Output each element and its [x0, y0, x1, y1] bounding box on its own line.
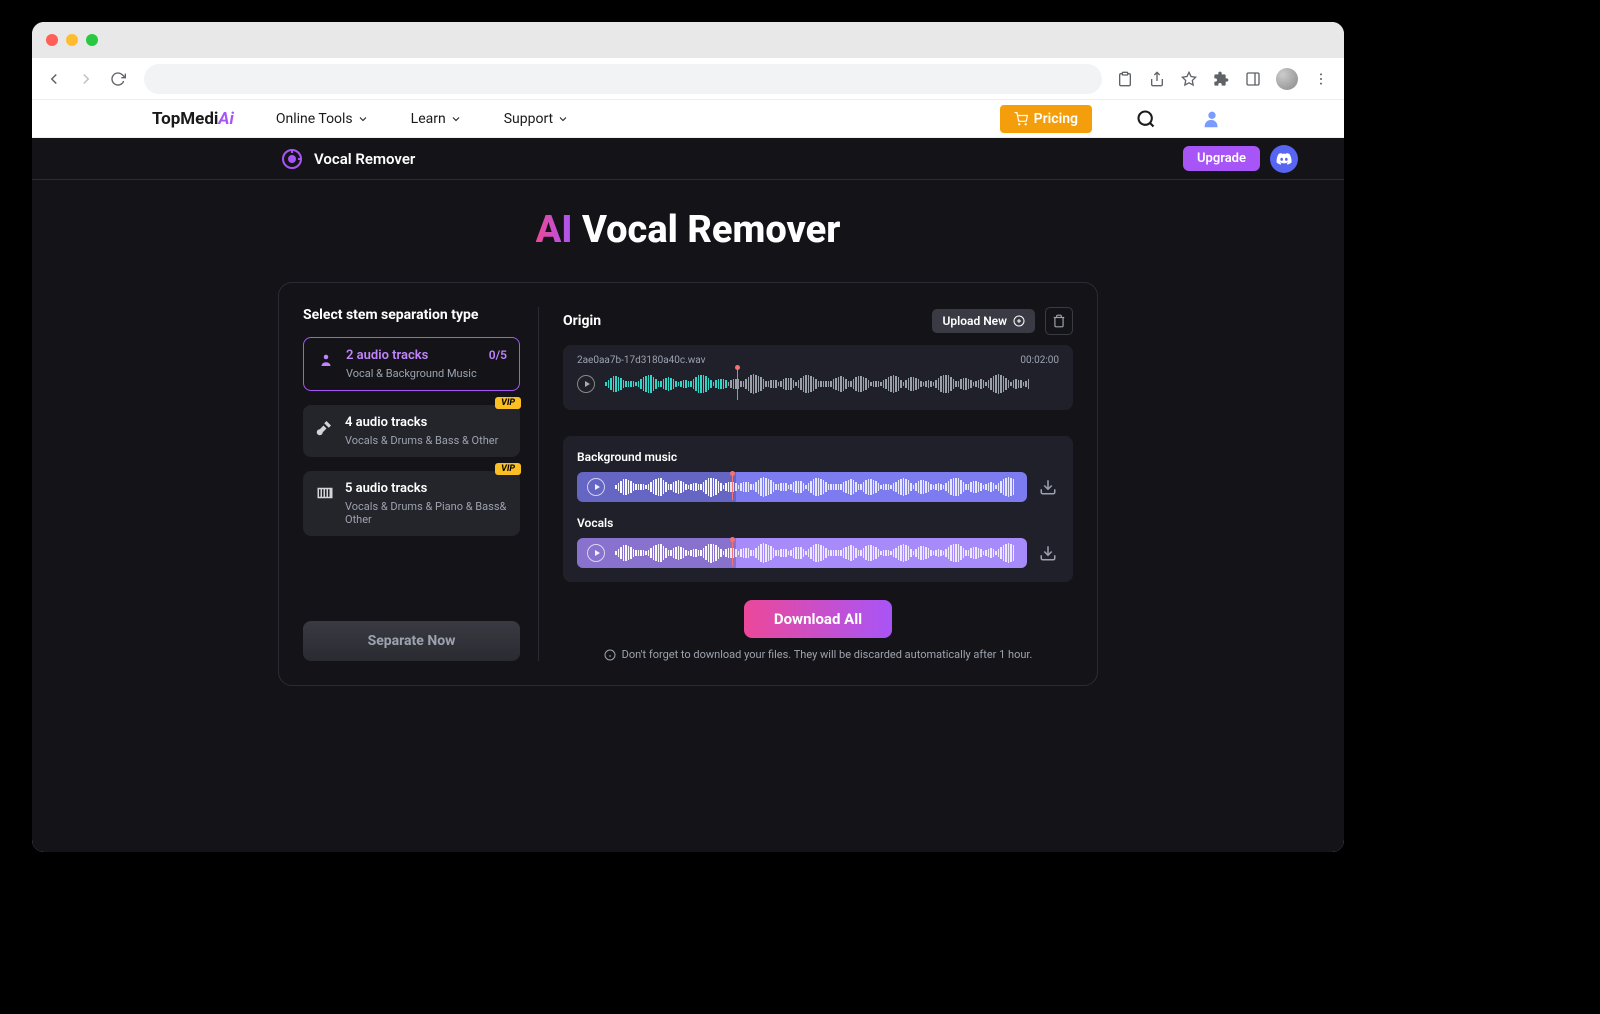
origin-audio-card: 2ae0aa7b-17d3180a40c.wav 00:02:00: [563, 345, 1073, 410]
extensions-icon[interactable]: [1212, 70, 1230, 88]
voice-icon: [316, 350, 336, 370]
play-vocals-button[interactable]: [587, 544, 605, 562]
user-icon[interactable]: [1200, 107, 1224, 131]
nav-online-tools[interactable]: Online Tools: [276, 111, 369, 127]
stem-card-4-tracks[interactable]: VIP 4 audio tracks Vocals & Drums & Bass…: [303, 405, 520, 457]
profile-avatar[interactable]: [1276, 68, 1298, 90]
brand-logo[interactable]: TopMediAi: [152, 109, 234, 129]
site-nav: TopMediAi Online Tools Learn Support Pri…: [32, 100, 1344, 138]
chevron-down-icon: [557, 113, 569, 125]
stem-card-5-tracks[interactable]: VIP 5 audio tracks Vocals & Drums & Pian…: [303, 471, 520, 536]
vocals-track-player[interactable]: [577, 538, 1027, 568]
stem-card-2-tracks[interactable]: 2 audio tracks0/5 Vocal & Background Mus…: [303, 337, 520, 391]
minimize-window-button[interactable]: [66, 34, 78, 46]
back-button[interactable]: [42, 67, 66, 91]
upgrade-button[interactable]: Upgrade: [1183, 146, 1260, 171]
reload-button[interactable]: [106, 67, 130, 91]
bookmark-star-icon[interactable]: [1180, 70, 1198, 88]
chevron-down-icon: [450, 113, 462, 125]
more-menu-icon[interactable]: [1312, 70, 1330, 88]
play-origin-button[interactable]: [577, 375, 595, 393]
info-icon: [604, 649, 616, 661]
stem-section-title: Select stem separation type: [303, 307, 520, 323]
background-track-player[interactable]: [577, 472, 1027, 502]
download-vocals-button[interactable]: [1037, 542, 1059, 564]
separate-button[interactable]: Separate Now: [303, 621, 520, 661]
close-window-button[interactable]: [46, 34, 58, 46]
clipboard-icon[interactable]: [1116, 70, 1134, 88]
share-icon[interactable]: [1148, 70, 1166, 88]
results-card: Background music Vocals: [563, 436, 1073, 582]
piano-icon: [315, 483, 335, 503]
discord-button[interactable]: [1270, 145, 1298, 173]
pricing-button[interactable]: Pricing: [1000, 105, 1092, 133]
page-title: AI Vocal Remover: [32, 180, 1344, 272]
search-icon[interactable]: [1134, 107, 1158, 131]
plus-circle-icon: [1013, 315, 1025, 327]
play-background-button[interactable]: [587, 478, 605, 496]
brand-name: TopMedi: [152, 109, 218, 129]
window-titlebar: [32, 22, 1344, 58]
download-all-button[interactable]: Download All: [744, 600, 892, 638]
notice-text: Don't forget to download your files. The…: [563, 648, 1073, 661]
trash-icon: [1052, 314, 1066, 328]
track-label-vocals: Vocals: [577, 516, 1059, 530]
guitar-icon: [315, 417, 335, 437]
nav-learn[interactable]: Learn: [411, 111, 462, 127]
chevron-down-icon: [357, 113, 369, 125]
forward-button[interactable]: [74, 67, 98, 91]
vip-badge: VIP: [495, 463, 521, 475]
main-panel: Select stem separation type 2 audio trac…: [278, 282, 1098, 686]
maximize-window-button[interactable]: [86, 34, 98, 46]
background-waveform[interactable]: [615, 478, 1017, 496]
browser-toolbar: [32, 58, 1344, 100]
delete-button[interactable]: [1045, 307, 1073, 335]
nav-support[interactable]: Support: [504, 111, 569, 127]
cart-icon: [1014, 112, 1028, 126]
app-logo-icon: [280, 147, 304, 171]
origin-label: Origin: [563, 313, 601, 329]
origin-waveform[interactable]: [605, 372, 1059, 396]
upload-new-button[interactable]: Upload New: [932, 309, 1035, 333]
file-name: 2ae0aa7b-17d3180a40c.wav: [577, 355, 706, 366]
side-panel-icon[interactable]: [1244, 70, 1262, 88]
address-bar[interactable]: [144, 64, 1102, 94]
vocals-waveform[interactable]: [615, 544, 1017, 562]
file-duration: 00:02:00: [1020, 355, 1059, 366]
download-background-button[interactable]: [1037, 476, 1059, 498]
discord-icon: [1276, 151, 1292, 167]
track-label-background: Background music: [577, 450, 1059, 464]
download-icon: [1039, 478, 1057, 496]
download-icon: [1039, 544, 1057, 562]
app-title: Vocal Remover: [314, 150, 415, 168]
brand-suffix: Ai: [218, 109, 233, 129]
vip-badge: VIP: [495, 397, 521, 409]
app-header: Vocal Remover Upgrade: [32, 138, 1344, 180]
